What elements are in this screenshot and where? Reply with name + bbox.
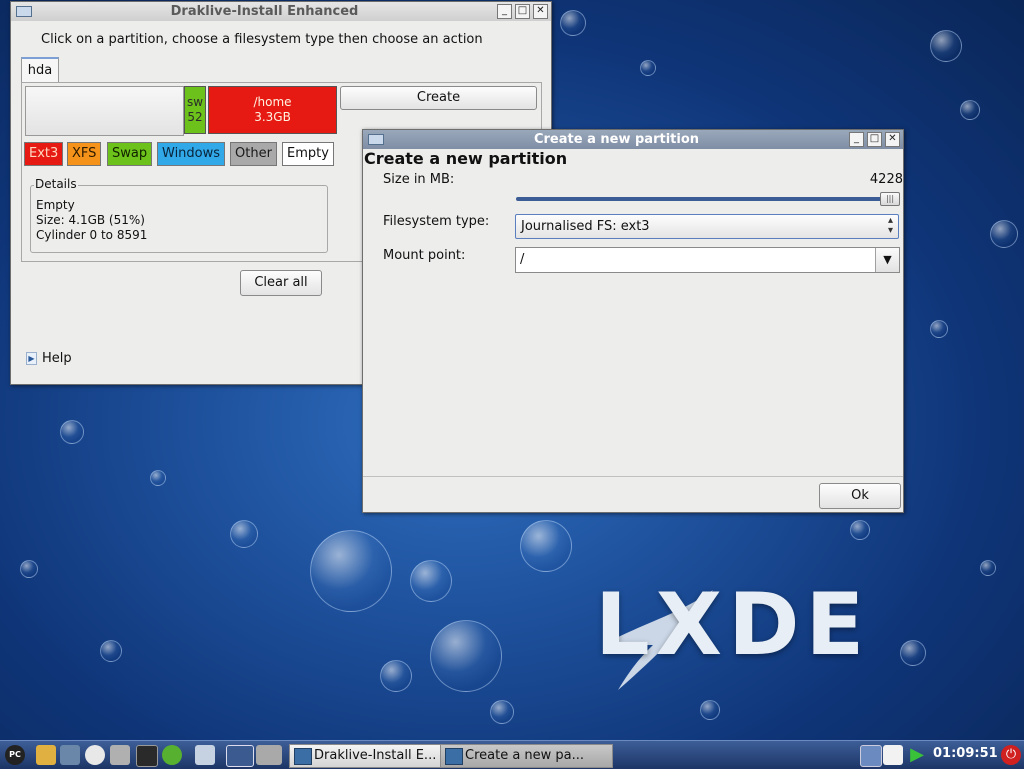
network-icon[interactable] [860,745,882,767]
dialog-heading: Create a new partition [364,149,568,168]
help-expander[interactable]: ▶ Help [26,351,72,366]
workspace-switcher-icon[interactable] [226,745,254,767]
mount-point-label: Mount point: [383,248,466,263]
details-cylinders: Cylinder 0 to 8591 [36,228,148,242]
task-create-partition[interactable]: Create a new pa... [440,744,613,768]
close-icon[interactable]: ✕ [885,132,900,147]
clock: 01:09:51 [933,746,998,761]
control-center-icon[interactable] [60,745,80,765]
mount-point-combo[interactable]: / ▼ [515,247,900,273]
fs-type-label: Filesystem type: [383,214,490,229]
clipboard-icon[interactable] [883,745,903,765]
size-label: Size in MB: [383,172,455,187]
installer-icon[interactable] [110,745,130,765]
installer-title: Draklive-Install Enhanced [170,4,359,19]
size-slider[interactable]: ||| [516,192,900,206]
dropdown-button[interactable]: ▼ [875,248,899,272]
details-group: Details Empty Size: 4.1GB (51%) Cylinder… [30,177,328,253]
create-button[interactable]: Create [340,86,537,110]
lxde-logo: LXDE [595,575,871,675]
tab-hda[interactable]: hda [21,57,59,82]
fs-swap[interactable]: Swap [107,142,153,166]
dialog-titlebar[interactable]: Create a new partition _ □ ✕ [363,130,903,149]
task-installer-label: Draklive-Install E... [314,748,437,763]
details-legend: Details [34,177,78,191]
minimize-icon[interactable]: _ [497,4,512,19]
fs-ext3[interactable]: Ext3 [24,142,64,166]
partition-swap[interactable]: sw 52 [184,86,206,134]
ok-button[interactable]: Ok [819,483,901,509]
task-create-partition-label: Create a new pa... [465,748,585,763]
swap-label: sw [186,95,204,109]
dialog-title: Create a new partition [533,132,700,147]
installer-titlebar[interactable]: Draklive-Install Enhanced _ □ ✕ [11,2,551,21]
workspace-2-icon[interactable] [256,745,282,765]
instruction-text: Click on a partition, choose a filesyste… [41,32,483,47]
maximize-icon[interactable]: □ [515,4,530,19]
maximize-icon[interactable]: □ [867,132,882,147]
dialog-button-separator [363,476,903,477]
window-menu-icon[interactable] [16,6,32,17]
show-desktop-icon[interactable] [195,745,215,765]
tools-icon[interactable] [85,745,105,765]
fs-type-select[interactable]: Journalised FS: ext3 ▴ ▾ [515,214,899,239]
partition-empty[interactable] [25,86,184,136]
window-icon [445,748,463,765]
clear-all-button[interactable]: Clear all [240,270,322,296]
size-value: 4228 [869,172,903,187]
fs-windows[interactable]: Windows [157,142,226,166]
browser-icon[interactable] [162,745,182,765]
window-menu-icon[interactable] [368,134,384,145]
mount-point-input[interactable]: / [520,252,524,267]
fs-xfs[interactable]: XFS [67,142,102,166]
fs-empty[interactable]: Empty [282,142,334,166]
expander-arrow-icon[interactable]: ▶ [26,352,37,365]
close-icon[interactable]: ✕ [533,4,548,19]
taskbar: PC Draklive-Install E... Create a new pa… [0,740,1024,769]
create-partition-dialog: Create a new partition _ □ ✕ Create a ne… [362,129,904,513]
fs-type-value: Journalised FS: ext3 [521,219,650,234]
home-size: 3.3GB [254,110,291,124]
partition-home[interactable]: /home 3.3GB [208,86,337,134]
help-label: Help [42,351,72,366]
fs-other[interactable]: Other [230,142,277,166]
updown-arrow-icon: ▴ ▾ [887,215,893,236]
chevron-down-icon: ▼ [883,253,892,266]
file-manager-icon[interactable] [36,745,56,765]
task-installer[interactable]: Draklive-Install E... [289,744,461,768]
details-size: Size: 4.1GB (51%) [36,213,145,227]
window-icon [294,748,312,765]
power-icon[interactable]: ⏻ [1001,745,1021,765]
details-type: Empty [36,198,75,212]
minimize-icon[interactable]: _ [849,132,864,147]
terminal-icon[interactable] [136,745,158,767]
start-menu-button[interactable]: PC [5,745,25,765]
size-slider-thumb[interactable]: ||| [880,192,900,206]
play-icon[interactable]: ▶ [907,745,927,765]
swap-size: 52 [187,110,203,124]
home-label: /home [253,95,292,109]
